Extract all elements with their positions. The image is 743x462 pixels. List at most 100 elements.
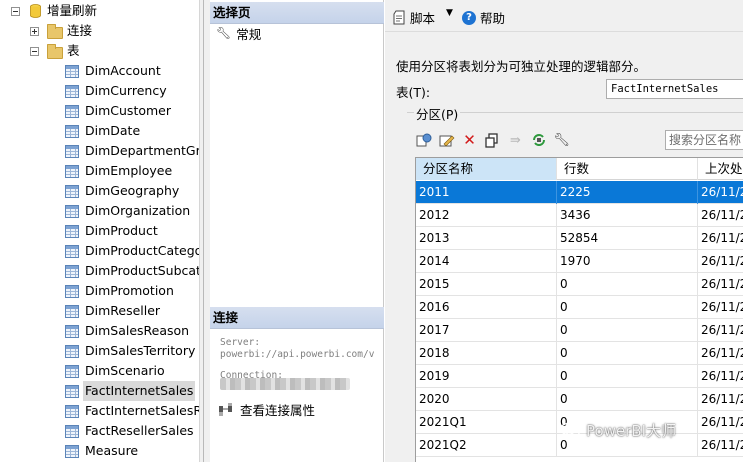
cell-row-count: 0 xyxy=(557,273,698,296)
tree-item-table[interactable]: DimCustomer xyxy=(0,101,199,121)
tree-item-label: DimAccount xyxy=(85,63,161,78)
table-icon xyxy=(65,105,79,118)
tree-item-table[interactable]: DimOrganization xyxy=(0,201,199,221)
merge-partition-button[interactable]: ⇛ xyxy=(507,132,524,149)
help-button[interactable]: ? 帮助 xyxy=(462,8,505,27)
new-partition-button[interactable] xyxy=(415,132,432,149)
tree-item-table[interactable]: DimScenario xyxy=(0,361,199,381)
partition-description: 使用分区将表划分为可独立处理的逻辑部分。 xyxy=(396,59,647,74)
collapse-icon[interactable] xyxy=(11,7,20,16)
tree-item-label: DimReseller xyxy=(85,303,161,318)
process-icon xyxy=(532,134,545,146)
tree-item-table[interactable]: DimSalesTerritory xyxy=(0,341,199,361)
tree-item-table[interactable]: DimDepartmentGro xyxy=(0,141,199,161)
wrench-icon: 🔧︎ xyxy=(216,26,232,40)
tree-node-connections[interactable]: 连接 xyxy=(0,21,199,41)
select-page-header: 选择页 xyxy=(210,2,384,24)
table-row[interactable]: 2014197026/11/20 xyxy=(416,250,743,273)
partition-properties-button[interactable]: 🔧︎ xyxy=(553,132,570,149)
table-row[interactable]: 2018026/11/20 xyxy=(416,342,743,365)
tree-item-label: DimDate xyxy=(85,123,141,138)
tree-item-table[interactable]: DimCurrency xyxy=(0,81,199,101)
column-header-last-processed[interactable]: 上次处理 xyxy=(698,158,743,180)
tree-item-label: DimPromotion xyxy=(85,283,174,298)
table-row[interactable]: 2012343626/11/20 xyxy=(416,204,743,227)
tree-item-table[interactable]: DimProductSubcate xyxy=(0,261,199,281)
table-select[interactable]: FactInternetSales xyxy=(606,79,743,99)
tree-item-label: FactInternetSalesRe xyxy=(85,403,199,418)
cell-row-count: 3436 xyxy=(557,204,698,227)
cell-row-count: 0 xyxy=(557,319,698,342)
table-row[interactable]: 2017026/11/20 xyxy=(416,319,743,342)
delete-icon: ✕ xyxy=(463,131,476,149)
delete-partition-button[interactable]: ✕ xyxy=(461,131,478,149)
page-item-general[interactable]: 🔧︎ 常规 xyxy=(216,24,261,42)
panel-splitter[interactable] xyxy=(199,0,210,462)
table-icon xyxy=(65,185,79,198)
tree-node-database[interactable]: 增量刷新 xyxy=(0,1,199,21)
copy-partition-icon xyxy=(416,133,431,146)
process-partition-button[interactable] xyxy=(530,132,547,149)
table-icon xyxy=(65,405,79,418)
tree-item-table[interactable]: DimProductCatego xyxy=(0,241,199,261)
script-dropdown-arrow[interactable]: ▼ xyxy=(446,8,453,18)
cell-partition-name: 2018 xyxy=(416,342,557,365)
tree-item-label: DimScenario xyxy=(85,363,165,378)
tree-item-table[interactable]: DimDate xyxy=(0,121,199,141)
table-icon xyxy=(65,445,79,458)
table-icon xyxy=(65,365,79,378)
cell-last-processed: 26/11/20 xyxy=(698,181,743,204)
tree-item-table[interactable]: DimEmployee xyxy=(0,161,199,181)
cell-row-count: 0 xyxy=(557,342,698,365)
tree-item-label: DimCustomer xyxy=(85,103,171,118)
expand-icon[interactable] xyxy=(30,27,39,36)
cell-last-processed: 26/11/20 xyxy=(698,273,743,296)
tree-item-label: DimDepartmentGro xyxy=(85,143,199,158)
table-row[interactable]: 2019026/11/20 xyxy=(416,365,743,388)
tree-item-label: DimSalesTerritory xyxy=(85,343,196,358)
tree-item-label: DimSalesReason xyxy=(85,323,190,338)
table-row[interactable]: 2016026/11/20 xyxy=(416,296,743,319)
table-icon xyxy=(65,305,79,318)
tree-node-tables[interactable]: 表 xyxy=(0,41,199,61)
tree-item-table[interactable]: DimProduct xyxy=(0,221,199,241)
view-connection-properties-link[interactable]: 查看连接属性 xyxy=(218,400,315,419)
tree-item-table[interactable]: FactResellerSales xyxy=(0,421,199,441)
cell-last-processed: 26/11/20 xyxy=(698,296,743,319)
table-row[interactable]: 2020026/11/20 xyxy=(416,388,743,411)
tree-item-table[interactable]: DimGeography xyxy=(0,181,199,201)
cell-partition-name: 2017 xyxy=(416,319,557,342)
object-explorer-tree: 增量刷新 连接 表 DimAccount DimCurrency DimCustom… xyxy=(0,0,199,462)
cell-last-processed: 26/11/20 xyxy=(698,319,743,342)
table-icon xyxy=(65,205,79,218)
connection-value-redacted xyxy=(220,378,350,390)
cell-row-count: 0 xyxy=(557,365,698,388)
edit-partition-button[interactable] xyxy=(438,132,455,149)
tree-item-table[interactable]: FactInternetSalesRe xyxy=(0,401,199,421)
cell-last-processed: 26/11/20 xyxy=(698,204,743,227)
copy-partition-button[interactable] xyxy=(484,132,501,149)
column-header-rows[interactable]: 行数 xyxy=(557,158,698,180)
tree-item-table[interactable]: DimAccount xyxy=(0,61,199,81)
collapse-icon[interactable] xyxy=(30,47,39,56)
top-toolbar: 脚本 ▼ ? 帮助 xyxy=(385,0,743,32)
tree-item-table[interactable]: DimSalesReason xyxy=(0,321,199,341)
table-icon xyxy=(65,125,79,138)
table-icon xyxy=(65,165,79,178)
table-row[interactable]: 2015026/11/20 xyxy=(416,273,743,296)
tree-item-table[interactable]: Measure xyxy=(0,441,199,461)
cell-partition-name: 2019 xyxy=(416,365,557,388)
table-row[interactable]: 2011222526/11/20 xyxy=(416,181,743,204)
tree-item-label: DimOrganization xyxy=(85,203,191,218)
tree-item-table[interactable]: DimPromotion xyxy=(0,281,199,301)
script-button[interactable]: 脚本 xyxy=(393,8,435,27)
edit-icon xyxy=(439,135,454,146)
column-header-name[interactable]: 分区名称 xyxy=(416,158,557,180)
table-row[interactable]: 20135285426/11/20 xyxy=(416,227,743,250)
tree-item-table[interactable]: FactInternetSales xyxy=(0,381,199,401)
partition-search-input[interactable]: 搜索分区名称 xyxy=(665,130,743,150)
cell-last-processed: 26/11/20 xyxy=(698,434,743,457)
tree-item-table[interactable]: DimReseller xyxy=(0,301,199,321)
tree-label-connections: 连接 xyxy=(67,23,93,38)
merge-icon: ⇛ xyxy=(510,132,521,148)
